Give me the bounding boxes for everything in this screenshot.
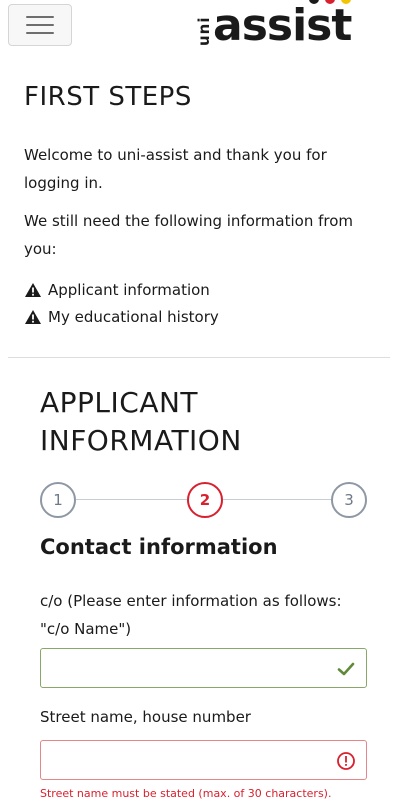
step-2-active[interactable]: 2 xyxy=(187,482,223,518)
co-field-label: c/o (Please enter information as follows… xyxy=(40,592,342,638)
warning-icon xyxy=(25,310,41,324)
warning-icon xyxy=(25,283,41,297)
logo-assist-text: assist xyxy=(213,0,352,51)
still-need-text: We still need the following information … xyxy=(24,212,354,258)
welcome-text: Welcome to uni-assist and thank you for … xyxy=(24,146,327,192)
step-connector xyxy=(76,499,187,500)
step-connector xyxy=(223,499,334,500)
logo-dot-red xyxy=(325,0,335,4)
co-input[interactable] xyxy=(40,648,367,688)
requirement-label: My educational history xyxy=(48,308,219,326)
street-error-message: Street name must be stated (max. of 30 c… xyxy=(40,787,332,800)
hamburger-menu-icon xyxy=(26,16,54,18)
applicant-title-line1: APPLICANT xyxy=(40,386,199,419)
first-steps-title: FIRST STEPS xyxy=(24,82,192,112)
logo-dot-yellow xyxy=(341,0,351,4)
applicant-title-line2: INFORMATION xyxy=(40,424,242,457)
applicant-information-title: APPLICANT INFORMATION xyxy=(40,384,340,460)
requirement-educational-history[interactable]: My educational history xyxy=(24,308,219,326)
error-circle-icon xyxy=(337,752,355,770)
street-field-label: Street name, house number xyxy=(40,708,251,726)
street-input[interactable] xyxy=(40,740,367,780)
logo-uni-text: uni xyxy=(195,16,213,47)
hamburger-menu-button[interactable] xyxy=(8,4,72,46)
section-divider xyxy=(8,357,390,358)
step-3[interactable]: 3 xyxy=(331,482,367,518)
requirement-applicant-info[interactable]: Applicant information xyxy=(24,281,210,299)
header: uni assist xyxy=(0,0,397,58)
logo-dot-black xyxy=(309,0,319,4)
logo-dots xyxy=(309,0,351,4)
contact-information-heading: Contact information xyxy=(40,535,278,559)
uni-assist-logo[interactable]: uni assist xyxy=(193,0,391,56)
checkmark-icon xyxy=(337,662,355,676)
requirement-label: Applicant information xyxy=(48,281,210,299)
step-1[interactable]: 1 xyxy=(40,482,76,518)
progress-stepper: 1 2 3 xyxy=(40,482,370,518)
